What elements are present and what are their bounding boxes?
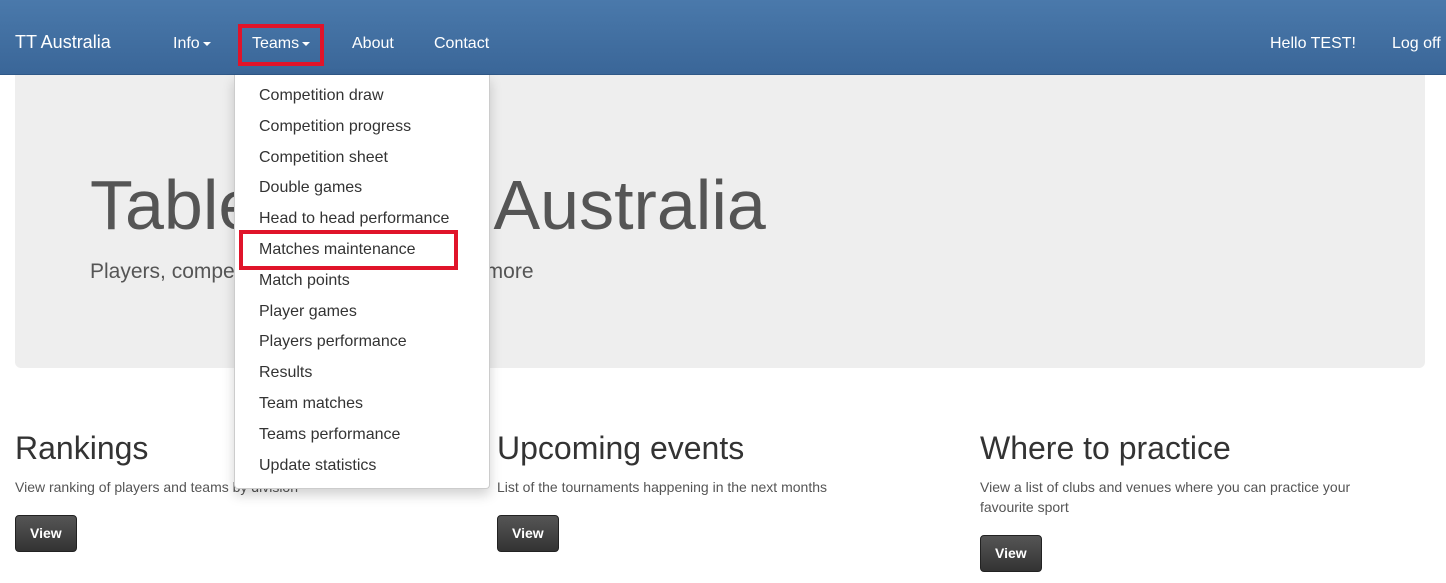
nav-info-label: Info [173,35,200,52]
greeting-link[interactable]: Hello TEST! [1270,0,1356,75]
menu-item-matches-maintenance[interactable]: Matches maintenance [235,235,489,266]
navbar: TT Australia Info Teams About Contact He… [0,0,1446,75]
teams-dropdown-menu: Competition draw Competition progress Co… [234,75,490,489]
nav-contact[interactable]: Contact [434,0,489,75]
nav-teams-label: Teams [252,35,300,52]
menu-item-team-matches[interactable]: Team matches [235,389,489,420]
menu-item-competition-progress[interactable]: Competition progress [235,112,489,143]
menu-item-match-points[interactable]: Match points [235,266,489,297]
menu-item-results[interactable]: Results [235,358,489,389]
menu-item-head-to-head[interactable]: Head to head performance [235,204,489,235]
nav-teams[interactable]: Teams [252,0,311,75]
events-section: Upcoming events List of the tournaments … [497,430,937,552]
rankings-view-button[interactable]: View [15,515,77,552]
nav-info[interactable]: Info [173,0,211,75]
brand-link[interactable]: TT Australia [15,0,111,75]
logoff-link[interactable]: Log off [1392,0,1441,75]
jumbotron: Table Tennis Australia Players, competit… [15,75,1425,368]
menu-item-update-statistics[interactable]: Update statistics [235,451,489,482]
chevron-down-icon [202,41,211,46]
menu-item-players-performance[interactable]: Players performance [235,327,489,358]
section-heading: Upcoming events [497,430,745,466]
events-view-button[interactable]: View [497,515,559,552]
practice-section: Where to practice View a list of clubs a… [980,430,1400,572]
menu-item-teams-performance[interactable]: Teams performance [235,420,489,451]
practice-view-button[interactable]: View [980,535,1042,572]
menu-item-player-games[interactable]: Player games [235,297,489,328]
menu-item-competition-draw[interactable]: Competition draw [235,81,489,112]
chevron-down-icon [302,41,311,46]
menu-item-double-games[interactable]: Double games [235,173,489,204]
section-heading: Where to practice [980,430,1231,466]
section-text: List of the tournaments happening in the… [497,479,827,495]
menu-item-competition-sheet[interactable]: Competition sheet [235,143,489,174]
nav-about[interactable]: About [352,0,394,75]
section-text: View a list of clubs and venues where yo… [980,479,1351,515]
